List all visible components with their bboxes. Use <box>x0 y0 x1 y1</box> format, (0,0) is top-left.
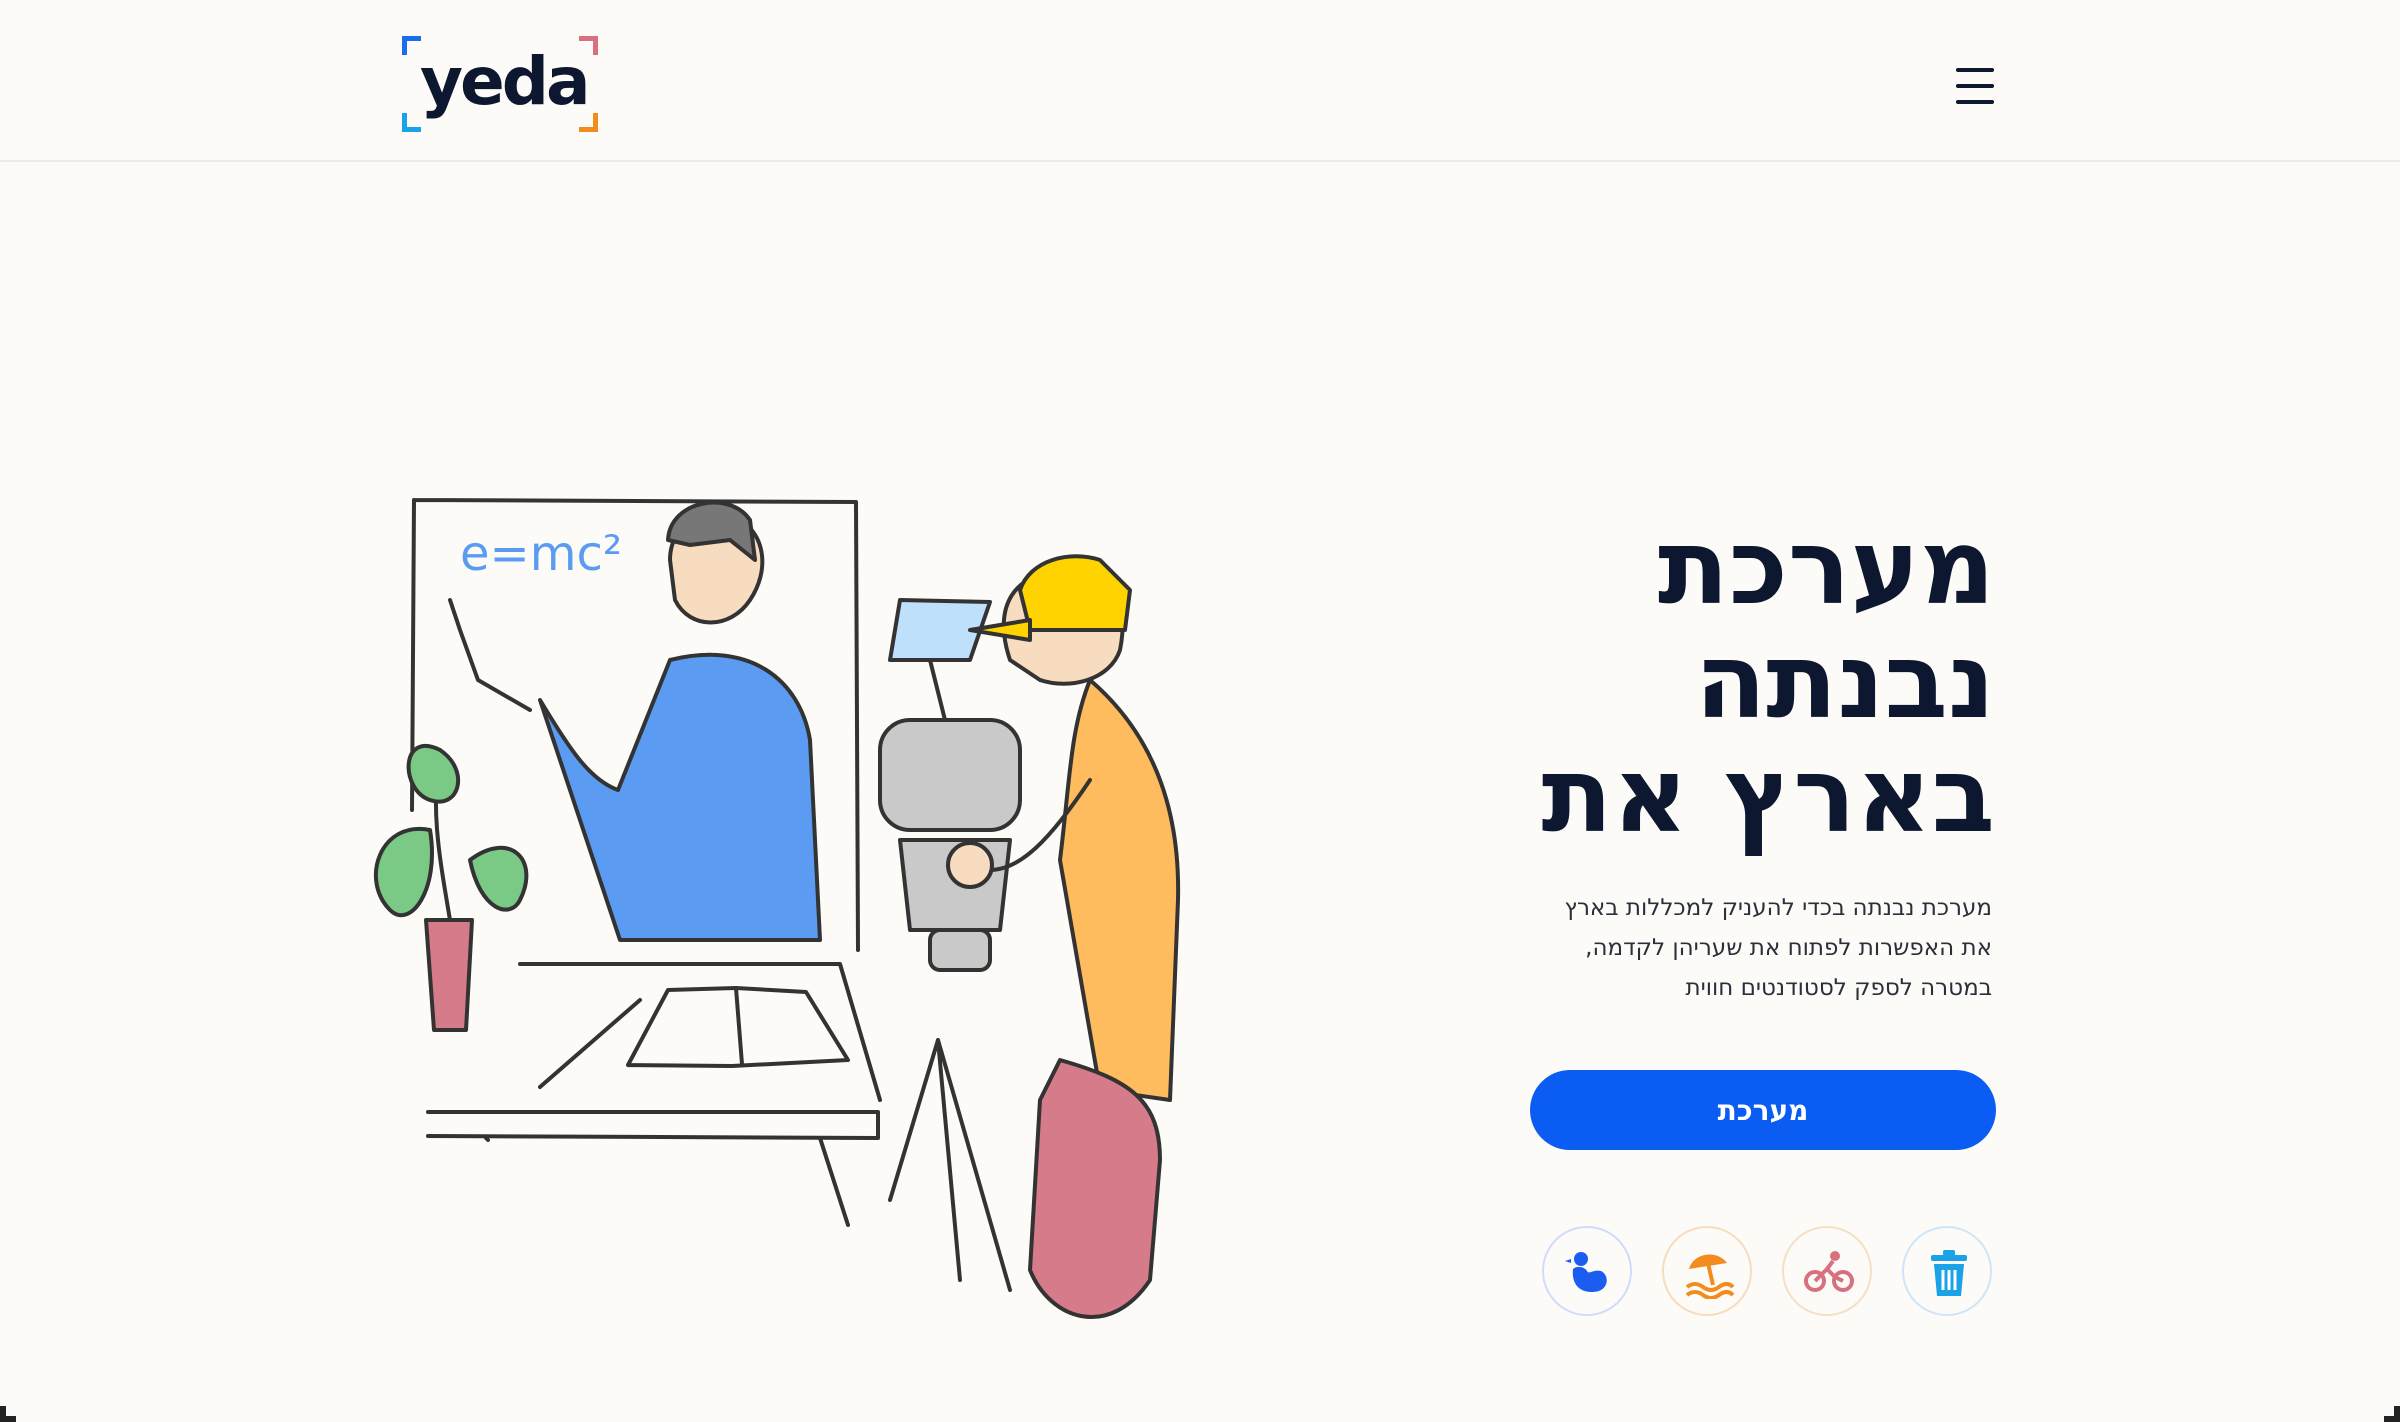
chicken-icon <box>1565 1252 1607 1293</box>
hero-description-line: מערכת נבנתה בכדי להעניק למכללות בארץ <box>1564 895 1992 921</box>
cta-button[interactable]: מערכת <box>1530 1070 1996 1150</box>
hero-title: מערכת נבנתה בארץ את <box>1435 510 1995 852</box>
hero-description-line: במטרה לספק לסטודנטים חווית <box>1685 975 1992 1001</box>
chicken-icon-button[interactable] <box>1542 1226 1632 1316</box>
frame-corner <box>2384 1406 2400 1422</box>
frame-corner <box>0 1406 16 1422</box>
feature-icon-row <box>1542 1226 2002 1320</box>
logo-corner <box>402 113 421 132</box>
yeda-logo[interactable]: yeda <box>402 36 598 132</box>
beach-umbrella-icon-button[interactable] <box>1662 1226 1752 1316</box>
site-header: yeda <box>0 0 2400 162</box>
hero-title-line: בארץ את <box>1541 734 1995 856</box>
logo-corner <box>402 36 421 55</box>
illustration-equation: e=mc² <box>460 526 622 582</box>
logo-wordmark: yeda <box>420 43 591 120</box>
trash-icon <box>1931 1250 1967 1296</box>
bicycle-icon-button[interactable] <box>1782 1226 1872 1316</box>
bicycle-icon <box>1804 1251 1854 1292</box>
hero-title-line: מערכת <box>1657 506 1995 628</box>
teacher-filmed-by-camera-operator-illustration: e=mc² <box>373 498 1181 1319</box>
hero-description-line: את האפשרות לפתוח את שעריהן לקדמה, <box>1585 935 1992 961</box>
beach-umbrella-icon <box>1685 1254 1735 1299</box>
hero-title-line: נבנתה <box>1694 620 1995 742</box>
hero-description: מערכת נבנתה בכדי להעניק למכללות בארץ את … <box>1472 888 1992 1008</box>
hamburger-menu-icon[interactable] <box>1952 62 2000 110</box>
trash-icon-button[interactable] <box>1902 1226 1992 1316</box>
